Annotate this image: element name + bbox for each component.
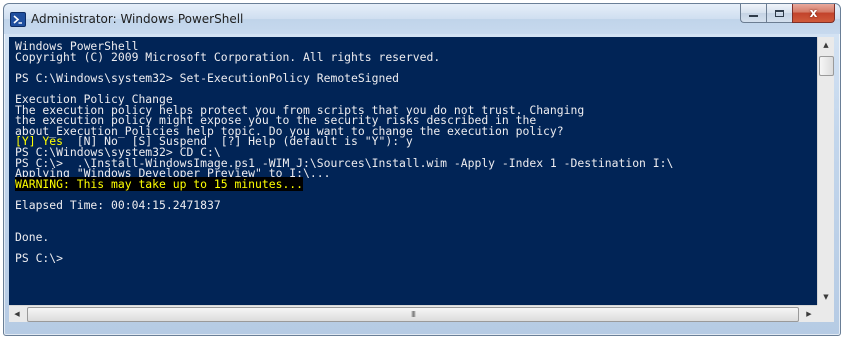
horizontal-scrollbar[interactable]: ◀ III ▶	[9, 305, 817, 322]
title-bar[interactable]: Administrator: Windows PowerShell x	[4, 4, 840, 34]
powershell-icon[interactable]	[10, 12, 26, 27]
console-line-text: Elapsed Time: 00:04:15.2471837	[15, 197, 221, 212]
vertical-scrollbar[interactable]: ▲ ▼	[817, 37, 834, 305]
scroll-right-icon[interactable]: ▶	[801, 306, 817, 322]
console-line: WARNING: This may take up to 15 minutes.…	[15, 176, 673, 191]
grip-icon: III	[410, 310, 416, 319]
scroll-up-icon[interactable]: ▲	[818, 37, 834, 53]
console-output[interactable]: Windows PowerShell Copyright (C) 2009 Mic…	[9, 37, 817, 305]
console-line: PS C:\>	[15, 250, 673, 265]
console-line-text: PS C:\>	[15, 250, 64, 265]
console-line-text: WARNING: This may take up to 15 minutes.…	[15, 176, 304, 191]
console-text: Windows PowerShell Copyright (C) 2009 Mic…	[15, 40, 673, 265]
minimize-button[interactable]	[740, 4, 766, 23]
maximize-icon	[775, 9, 784, 17]
console-line-text: Done.	[15, 229, 50, 244]
horizontal-scroll-thumb[interactable]: III	[27, 307, 799, 322]
console-line-text: PS C:\Windows\system32> Set-ExecutionPol…	[15, 70, 400, 85]
maximize-button[interactable]	[766, 4, 792, 23]
console-line: PS C:\Windows\system32> Set-ExecutionPol…	[15, 70, 673, 85]
scroll-left-icon[interactable]: ◀	[9, 306, 25, 322]
vertical-scroll-thumb[interactable]	[819, 56, 834, 76]
close-button[interactable]: x	[792, 4, 835, 23]
caption-buttons: x	[740, 4, 835, 24]
scroll-down-icon[interactable]: ▼	[818, 289, 834, 305]
scrollbar-corner	[817, 305, 834, 322]
window-title: Administrator: Windows PowerShell	[31, 12, 244, 26]
console-line: Done.	[15, 229, 673, 244]
console-line: Copyright (C) 2009 Microsoft Corporation…	[15, 49, 673, 64]
minimize-icon	[749, 15, 758, 17]
console-line-text: Copyright (C) 2009 Microsoft Corporation…	[15, 49, 441, 64]
console-line: Elapsed Time: 00:04:15.2471837	[15, 197, 673, 212]
close-icon: x	[809, 6, 818, 20]
